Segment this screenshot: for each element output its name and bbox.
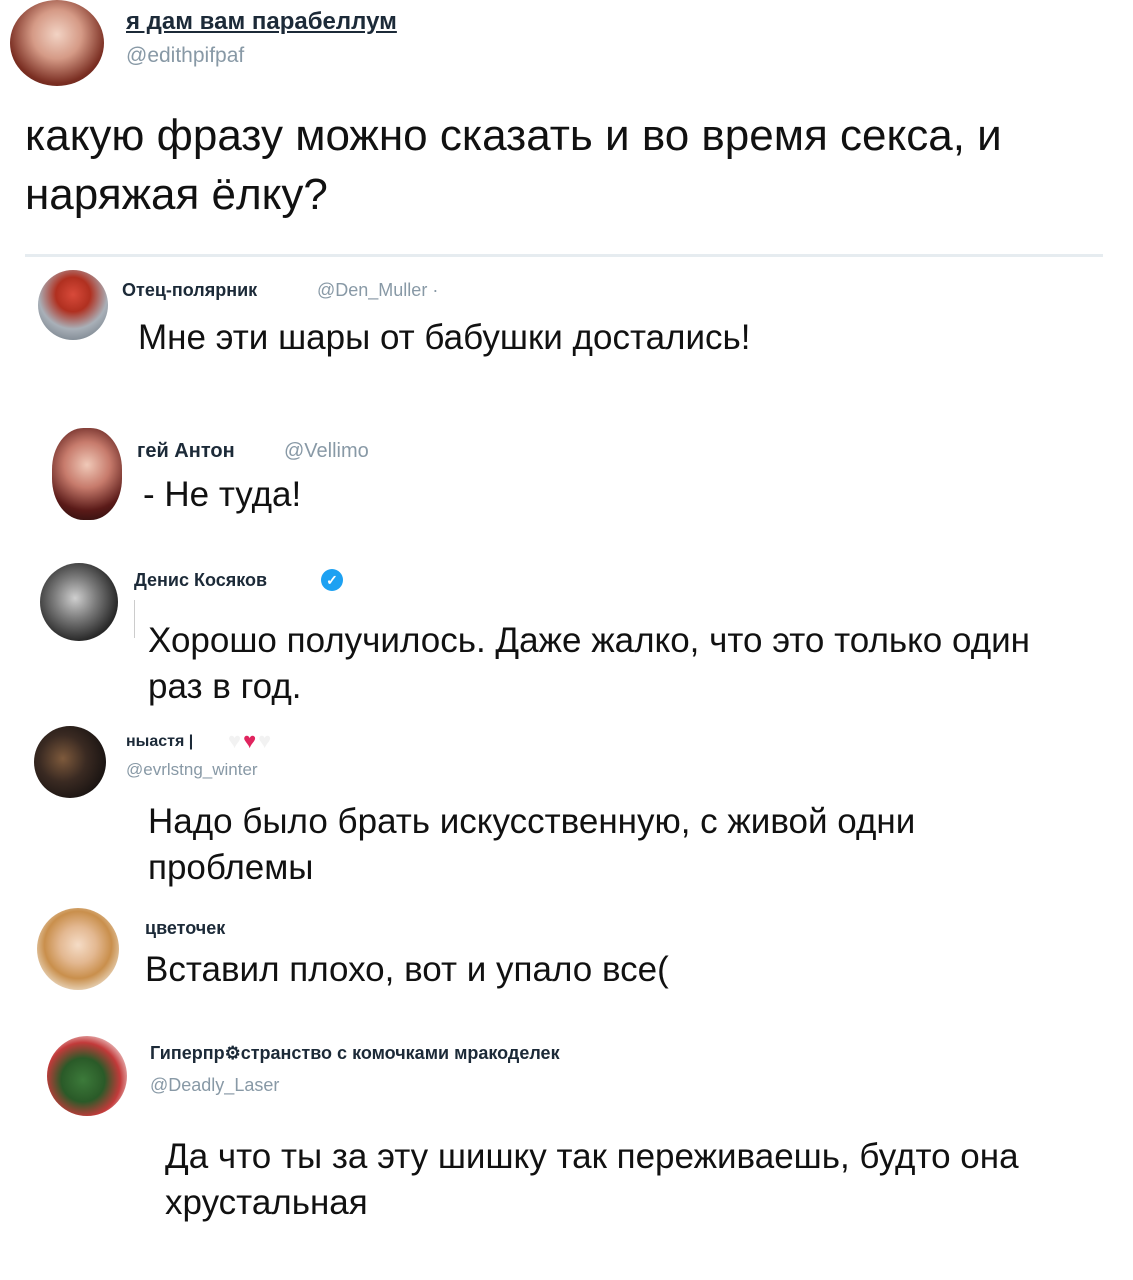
reply-3-text: Хорошо получилось. Даже жалко, что это т…: [148, 621, 1030, 707]
reply-5-name[interactable]: цветочек: [145, 918, 225, 939]
reply-5-text: Вставил плохо, вот и упало все(: [145, 950, 669, 989]
reply-1-text: Мне эти шары от бабушки достались!: [138, 318, 751, 357]
avatar-reply-3[interactable]: [40, 563, 118, 641]
verified-badge-icon: ✓: [321, 569, 343, 591]
avatar-main[interactable]: [10, 0, 104, 86]
reply-2-name[interactable]: гей Антон: [137, 440, 235, 463]
main-author-handle[interactable]: @edithpifpaf: [126, 44, 244, 68]
reply-2-handle[interactable]: @Vellimo: [284, 440, 369, 463]
red-heart-icon: ♥: [243, 728, 257, 753]
reply-1-handle[interactable]: @Den_Muller ·: [317, 280, 438, 301]
avatar-reply-4[interactable]: [34, 726, 106, 798]
avatar-reply-6[interactable]: [47, 1036, 127, 1116]
reply-4-name[interactable]: ныастя |: [126, 733, 193, 751]
reply-6-handle[interactable]: @Deadly_Laser: [150, 1075, 279, 1096]
name-hearts: ♥♥♥: [228, 728, 273, 754]
white-heart-icon: ♥: [228, 728, 242, 753]
white-heart-icon: ♥: [258, 728, 272, 753]
reply-4-text: Надо было брать искусственную, с живой о…: [148, 802, 916, 888]
reply-4-handle[interactable]: @evrlstng_winter: [126, 760, 258, 780]
avatar-reply-5[interactable]: [37, 908, 119, 990]
divider: [25, 254, 1103, 257]
reply-6-text: Да что ты за эту шишку так переживаешь, …: [165, 1137, 1019, 1223]
reply-6-name[interactable]: Гиперпр⚙странство с комочками мракоделек: [150, 1043, 560, 1064]
main-author-name[interactable]: я дам вам парабеллум: [126, 8, 397, 36]
main-tweet-text: какую фразу можно сказать и во время сек…: [25, 111, 1002, 220]
reply-3-name[interactable]: Денис Косяков: [134, 570, 267, 591]
reply-1-name[interactable]: Отец-полярник: [122, 280, 257, 301]
avatar-reply-2[interactable]: [52, 428, 122, 520]
avatar-reply-1[interactable]: [38, 270, 108, 340]
reply-2-text: - Не туда!: [143, 475, 302, 514]
thread-line: [134, 600, 135, 638]
